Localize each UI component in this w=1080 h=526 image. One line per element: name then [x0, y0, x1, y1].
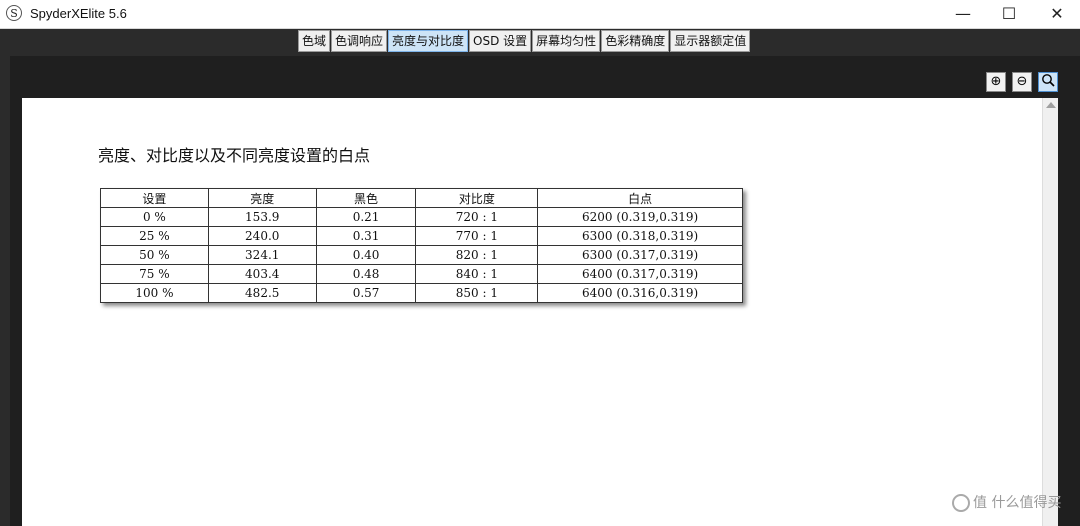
table-row: 0 % 153.9 0.21 720 : 1 6200 (0.319,0.319…: [100, 207, 743, 227]
table-row: 50 % 324.1 0.40 820 : 1 6300 (0.317,0.31…: [100, 245, 743, 265]
table-cell: 25 %: [100, 226, 209, 246]
watermark-text: 值 什么值得买: [973, 495, 1062, 511]
table-cell: 0.48: [315, 264, 417, 284]
tab-brightness-contrast[interactable]: 亮度与对比度: [388, 30, 469, 52]
zoom-out-icon[interactable]: ⊖: [1012, 72, 1032, 92]
report-tabs: 色域 色调响应 亮度与对比度 OSD 设置 屏幕均匀性 色彩精确度 显示器额定值: [298, 30, 751, 52]
tab-tone-response[interactable]: 色调响应: [331, 30, 388, 52]
table-cell: 0 %: [100, 207, 209, 227]
table-cell: 482.5: [207, 283, 317, 303]
table-cell: 100 %: [100, 283, 209, 303]
watermark: 值 什么值得买: [952, 492, 1061, 512]
table-cell: 240.0: [207, 226, 317, 246]
page-title: 亮度、对比度以及不同亮度设置的白点: [98, 146, 371, 165]
app-logo-icon: S: [6, 5, 22, 21]
table-row: 75 % 403.4 0.48 840 : 1 6400 (0.317,0.31…: [100, 264, 743, 284]
table-cell: 403.4: [207, 264, 317, 284]
tab-osd-settings[interactable]: OSD 设置: [469, 30, 532, 52]
table-cell: 6400 (0.317,0.319): [537, 264, 743, 284]
table-cell: 75 %: [100, 264, 209, 284]
report-page: 亮度、对比度以及不同亮度设置的白点 设置 亮度 黑色 对比度 白点 0 % 15…: [22, 98, 1042, 526]
table-header-row: 设置 亮度 黑色 对比度 白点: [100, 188, 743, 208]
table-cell: 6300 (0.318,0.319): [537, 226, 743, 246]
scroll-up-icon[interactable]: [1046, 102, 1056, 108]
vertical-scrollbar[interactable]: [1042, 98, 1058, 526]
close-button[interactable]: ✕: [1034, 0, 1080, 28]
column-header: 黑色: [315, 188, 417, 208]
table-cell: 770 : 1: [415, 226, 539, 246]
table-cell: 50 %: [100, 245, 209, 265]
table-cell: 0.21: [315, 207, 417, 227]
tab-display-rating[interactable]: 显示器额定值: [670, 30, 751, 52]
table-cell: 720 : 1: [415, 207, 539, 227]
watermark-logo-icon: [952, 494, 970, 512]
title-bar: S SpyderXElite 5.6 — ☐ ✕: [0, 0, 1080, 29]
column-header: 对比度: [415, 188, 539, 208]
zoom-in-icon[interactable]: ⊕: [986, 72, 1006, 92]
column-header: 设置: [100, 188, 209, 208]
table-cell: 153.9: [207, 207, 317, 227]
column-header: 亮度: [207, 188, 317, 208]
table-cell: 324.1: [207, 245, 317, 265]
table-row: 100 % 482.5 0.57 850 : 1 6400 (0.316,0.3…: [100, 283, 743, 303]
table-cell: 0.31: [315, 226, 417, 246]
table-cell: 0.40: [315, 245, 417, 265]
window-title: SpyderXElite 5.6: [30, 6, 127, 21]
minimize-button[interactable]: —: [940, 0, 986, 28]
table-cell: 850 : 1: [415, 283, 539, 303]
maximize-button[interactable]: ☐: [986, 0, 1032, 28]
column-header: 白点: [537, 188, 743, 208]
table-cell: 820 : 1: [415, 245, 539, 265]
table-cell: 6300 (0.317,0.319): [537, 245, 743, 265]
tab-screen-uniformity[interactable]: 屏幕均匀性: [532, 30, 601, 52]
zoom-fit-icon[interactable]: [1038, 72, 1058, 92]
brightness-table: 设置 亮度 黑色 对比度 白点 0 % 153.9 0.21 720 : 1 6…: [100, 188, 743, 303]
table-row: 25 % 240.0 0.31 770 : 1 6300 (0.318,0.31…: [100, 226, 743, 246]
tab-color-gamut[interactable]: 色域: [298, 30, 331, 52]
magnifier-icon: [1042, 74, 1055, 87]
table-cell: 0.57: [315, 283, 417, 303]
table-cell: 840 : 1: [415, 264, 539, 284]
tab-color-accuracy[interactable]: 色彩精确度: [601, 30, 670, 52]
table-cell: 6200 (0.319,0.319): [537, 207, 743, 227]
table-cell: 6400 (0.316,0.319): [537, 283, 743, 303]
